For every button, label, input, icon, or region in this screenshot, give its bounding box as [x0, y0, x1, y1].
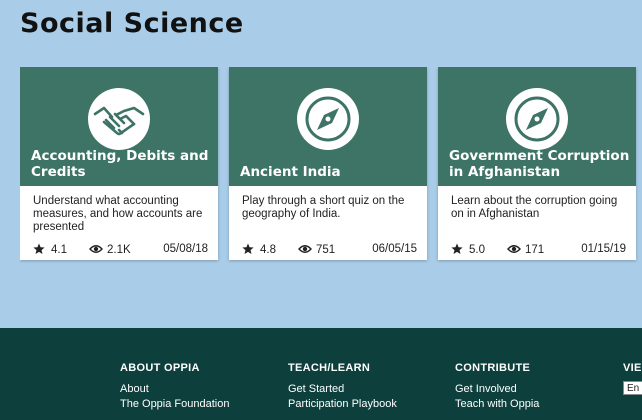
site-footer: ABOUT OPPIA About The Oppia Foundation T… [0, 328, 642, 420]
footer-heading: VIE [623, 362, 642, 374]
eye-icon [89, 243, 103, 255]
card-stats: 4.1 2.1K 05/08/18 [33, 243, 208, 257]
language-select[interactable]: En [623, 381, 642, 395]
footer-link-teach[interactable]: Teach with Oppia [455, 398, 539, 410]
card-description: Play through a short quiz on the geograp… [242, 195, 405, 220]
eye-icon [298, 243, 312, 255]
footer-heading: CONTRIBUTE [455, 362, 531, 374]
footer-column-about: ABOUT OPPIA About The Oppia Foundation [120, 362, 229, 410]
footer-link-get-started[interactable]: Get Started [288, 383, 397, 395]
footer-heading: TEACH/LEARN [288, 362, 371, 374]
card-header: Government Corruption in Afghanistan [438, 67, 636, 186]
rating-value: 5.0 [469, 244, 485, 256]
last-updated-date: 06/05/15 [372, 243, 417, 255]
rating-value: 4.8 [260, 244, 276, 256]
footer-column-view: VIE En [623, 362, 642, 396]
compass-icon [297, 88, 359, 150]
star-icon [451, 243, 463, 255]
page-title: Social Science [20, 8, 244, 39]
footer-link-get-involved[interactable]: Get Involved [455, 383, 539, 395]
exploration-card-accounting[interactable]: Accounting, Debits and Credits Understan… [20, 67, 218, 260]
footer-heading: ABOUT OPPIA [120, 362, 200, 374]
rating-stat: 5.0 [451, 243, 485, 256]
footer-link-foundation[interactable]: The Oppia Foundation [120, 398, 229, 410]
card-title: Accounting, Debits and Credits [31, 148, 209, 180]
rating-stat: 4.1 [33, 243, 67, 256]
card-description: Understand what accounting measures, and… [33, 195, 203, 233]
views-value: 171 [525, 244, 545, 256]
rating-stat: 4.8 [242, 243, 276, 256]
card-stats: 4.8 751 06/05/15 [242, 243, 417, 257]
star-icon [33, 243, 45, 255]
eye-icon [507, 243, 521, 255]
star-icon [242, 243, 254, 255]
footer-column-teach-learn: TEACH/LEARN Get Started Participation Pl… [288, 362, 397, 410]
footer-column-contribute: CONTRIBUTE Get Involved Teach with Oppia [455, 362, 539, 410]
handshake-icon [88, 88, 150, 150]
card-title: Government Corruption in Afghanistan [449, 148, 630, 180]
compass-icon [506, 88, 568, 150]
card-header: Accounting, Debits and Credits [20, 67, 218, 186]
views-value: 2.1K [107, 244, 131, 256]
last-updated-date: 05/08/18 [163, 243, 208, 255]
views-stat: 171 [507, 243, 544, 256]
views-stat: 2.1K [89, 243, 131, 256]
card-description: Learn about the corruption going on in A… [451, 195, 618, 220]
views-stat: 751 [298, 243, 335, 256]
exploration-card-ancient-india[interactable]: Ancient India Play through a short quiz … [229, 67, 427, 260]
card-stats: 5.0 171 01/15/19 [451, 243, 626, 257]
last-updated-date: 01/15/19 [581, 243, 626, 255]
footer-link-playbook[interactable]: Participation Playbook [288, 398, 397, 410]
exploration-cards: Accounting, Debits and Credits Understan… [20, 67, 642, 263]
card-header: Ancient India [229, 67, 427, 186]
rating-value: 4.1 [51, 244, 67, 256]
exploration-card-government-corruption[interactable]: Government Corruption in Afghanistan Lea… [438, 67, 636, 260]
card-title: Ancient India [240, 164, 341, 180]
footer-link-about[interactable]: About [120, 383, 229, 395]
views-value: 751 [316, 244, 336, 256]
